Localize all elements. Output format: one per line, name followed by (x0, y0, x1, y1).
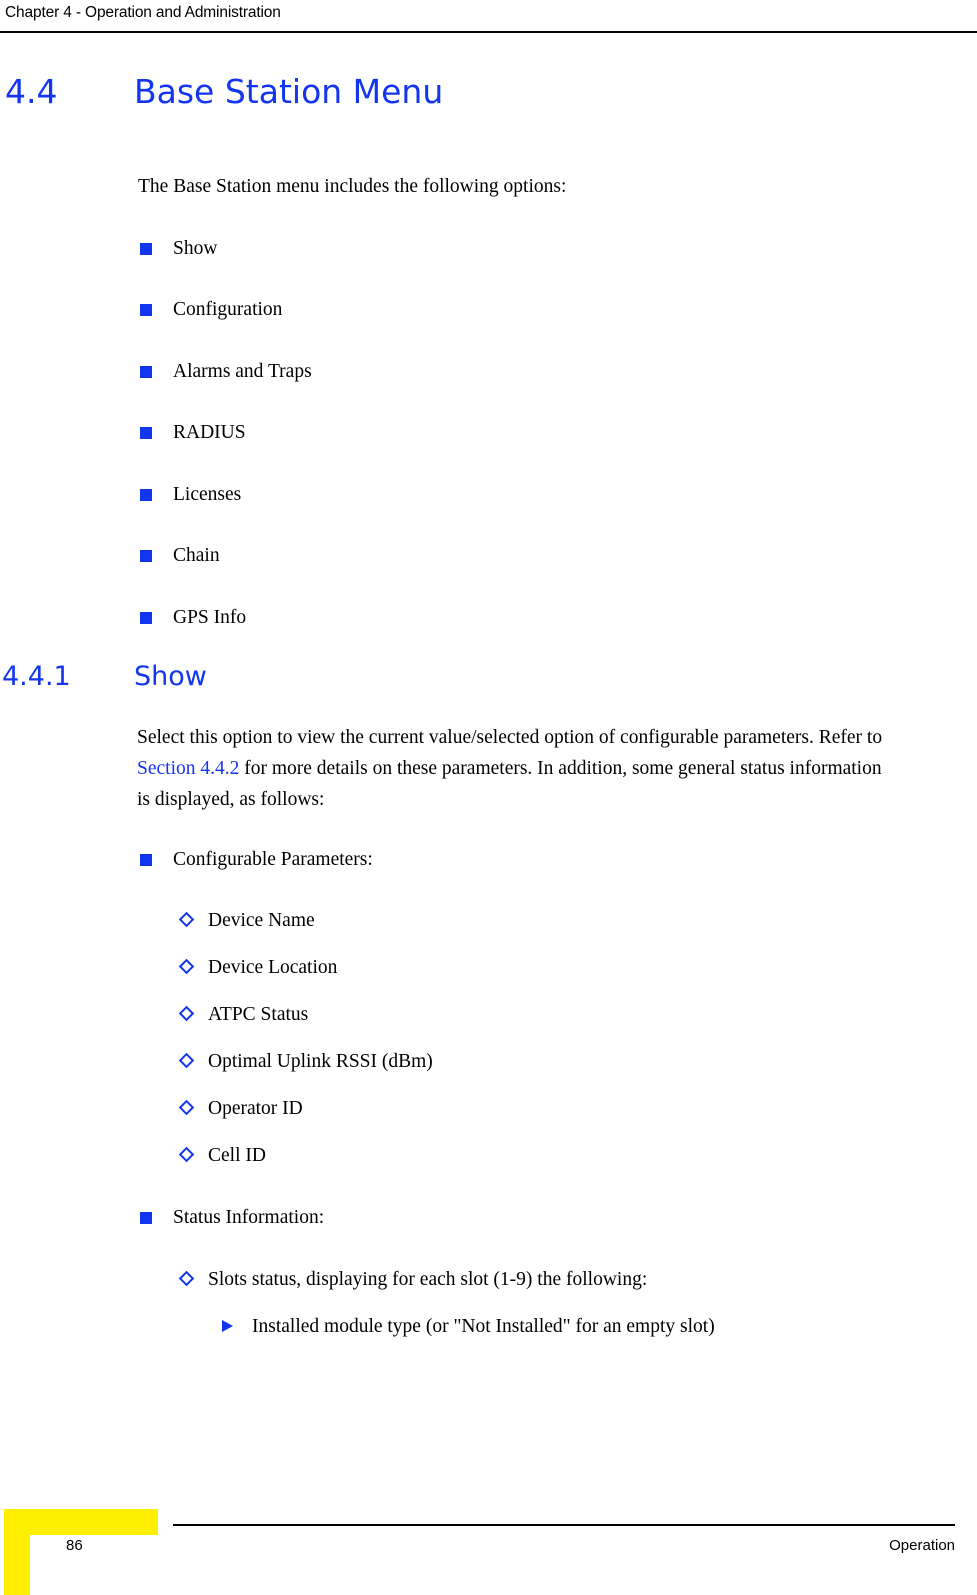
list-item: Status Information: (140, 1205, 324, 1231)
list-item: Device Location (178, 955, 338, 981)
list-item-label: GPS Info (173, 607, 247, 628)
diamond-bullet-icon (178, 1146, 195, 1163)
list-item-label: Operator ID (208, 1098, 303, 1119)
list-item-label: Configuration (173, 299, 283, 320)
section-title-4-4: Base Station Menu (134, 72, 444, 111)
list-item: Alarms and Traps (140, 359, 312, 385)
list-item-label: Show (173, 238, 218, 259)
section-title-4-4-1: Show (134, 661, 207, 692)
list-item: Show (140, 236, 217, 262)
list-item: Licenses (140, 482, 241, 508)
paragraph-text-after-link: for more details on these parameters. In… (137, 758, 882, 810)
list-item-label: Configurable Parameters: (173, 849, 373, 870)
list-item-label: ATPC Status (208, 1004, 309, 1025)
square-bullet-icon (140, 854, 152, 866)
list-item: Installed module type (or "Not Installed… (222, 1314, 715, 1340)
list-item-label: Optimal Uplink RSSI (dBm) (208, 1051, 433, 1072)
list-item-label: Device Location (208, 957, 338, 978)
list-item-label: Cell ID (208, 1145, 266, 1166)
section-number-4-4: 4.4 (5, 72, 58, 111)
square-bullet-icon (140, 612, 152, 624)
square-bullet-icon (140, 243, 152, 255)
footer-divider (173, 1524, 955, 1526)
list-item: Configurable Parameters: (140, 847, 373, 873)
page-number: 86 (66, 1537, 83, 1554)
diamond-bullet-icon (178, 1052, 195, 1069)
list-item: Slots status, displaying for each slot (… (178, 1267, 648, 1293)
diamond-bullet-icon (178, 911, 195, 928)
footer-section-name: Operation (889, 1537, 955, 1554)
list-item-label: Licenses (173, 484, 242, 505)
list-item: Configuration (140, 297, 282, 323)
list-item: Cell ID (178, 1143, 266, 1169)
diamond-bullet-icon (178, 1270, 195, 1287)
list-item-label: Slots status, displaying for each slot (… (208, 1269, 648, 1290)
list-item-label: Alarms and Traps (173, 361, 312, 382)
list-item: Operator ID (178, 1096, 303, 1122)
list-item: Optimal Uplink RSSI (dBm) (178, 1049, 433, 1075)
list-item-label: Installed module type (or "Not Installed… (252, 1316, 715, 1337)
diamond-bullet-icon (178, 958, 195, 975)
list-item: ATPC Status (178, 1002, 309, 1028)
square-bullet-icon (140, 1212, 152, 1224)
list-item: GPS Info (140, 605, 246, 631)
section-number-4-4-1: 4.4.1 (2, 661, 71, 692)
list-item-label: RADIUS (173, 422, 246, 443)
show-paragraph: Select this option to view the current v… (137, 722, 899, 815)
diamond-bullet-icon (178, 1005, 195, 1022)
header-divider (0, 31, 977, 33)
section-heading-4-4: 4.4 Base Station Menu (0, 70, 940, 114)
section-heading-4-4-1: 4.4.1 Show (0, 659, 940, 695)
arrow-bullet-icon (222, 1320, 233, 1332)
square-bullet-icon (140, 366, 152, 378)
list-item: RADIUS (140, 420, 246, 446)
list-item-label: Device Name (208, 910, 315, 931)
list-item-label: Chain (173, 545, 220, 566)
square-bullet-icon (140, 304, 152, 316)
document-page: Chapter 4 - Operation and Administration… (0, 0, 977, 1595)
paragraph-text-before-link: Select this option to view the current v… (137, 727, 883, 748)
footer-corner-graphic-vertical (4, 1509, 30, 1595)
diamond-bullet-icon (178, 1099, 195, 1116)
list-item: Chain (140, 543, 220, 569)
list-item: Device Name (178, 908, 315, 934)
running-header: Chapter 4 - Operation and Administration (5, 4, 281, 21)
square-bullet-icon (140, 427, 152, 439)
square-bullet-icon (140, 550, 152, 562)
list-item-label: Status Information: (173, 1207, 325, 1228)
intro-paragraph: The Base Station menu includes the follo… (138, 176, 567, 197)
square-bullet-icon (140, 489, 152, 501)
cross-reference-link[interactable]: Section 4.4.2 (137, 758, 239, 779)
